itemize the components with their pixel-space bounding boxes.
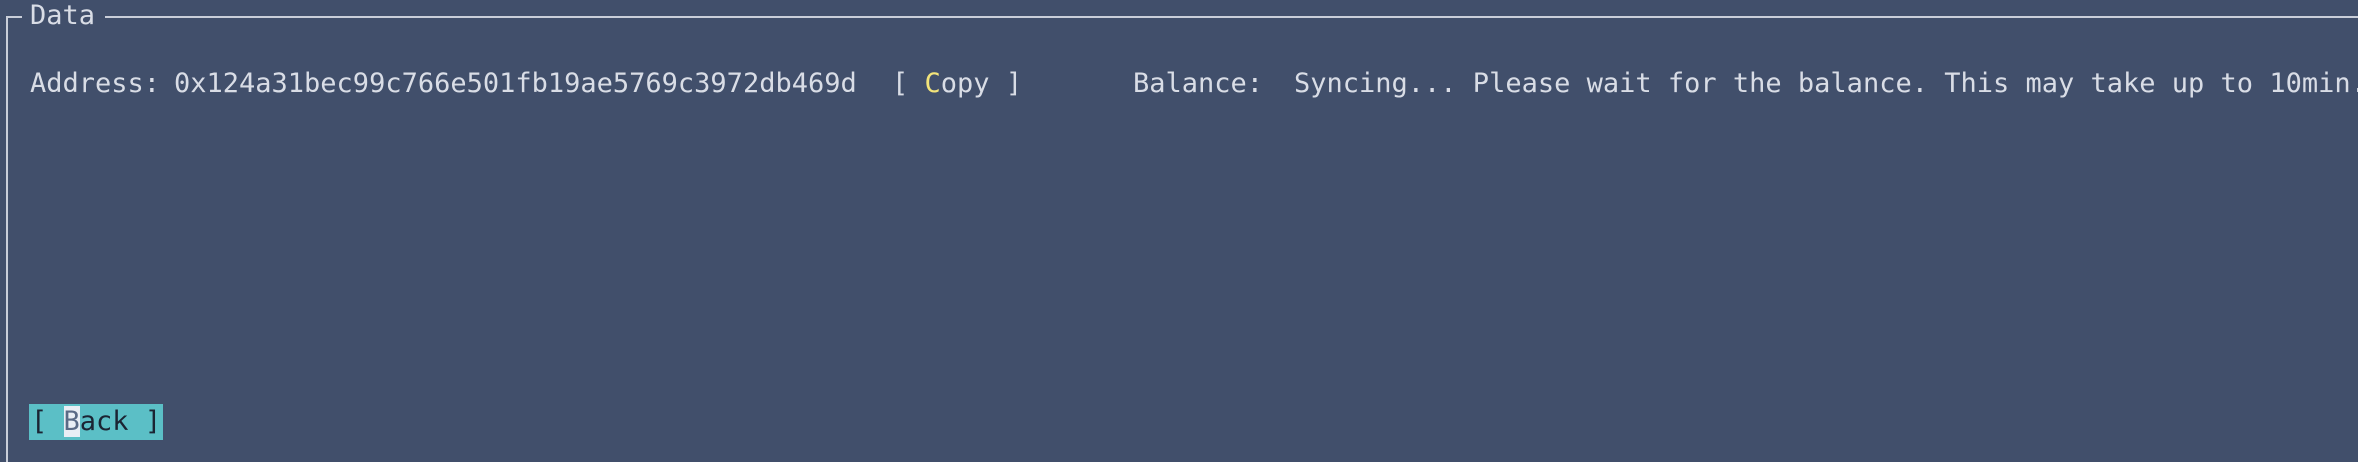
back-button[interactable]: [ Back ] [29, 404, 164, 440]
back-button-open-bracket: [ [31, 406, 64, 437]
back-button-hotkey: B [63, 406, 80, 437]
copy-button-close-bracket: ] [989, 68, 1023, 99]
copy-button-open-bracket: [ [892, 68, 925, 99]
balance-status: Syncing... Please wait for the balance. … [1294, 68, 2358, 99]
copy-button-hotkey: C [924, 68, 941, 99]
balance-label: Balance: [1133, 68, 1264, 99]
back-button-close-bracket: ] [128, 406, 162, 437]
copy-button-label: opy [940, 68, 990, 99]
address-value: 0x124a31bec99c766e501fb19ae5769c3972db46… [174, 68, 857, 99]
back-button-label: ack [79, 406, 129, 437]
address-label: Address: [30, 68, 161, 99]
copy-button[interactable]: [ Copy ] [892, 66, 1022, 102]
panel-title: Data [22, 0, 106, 32]
